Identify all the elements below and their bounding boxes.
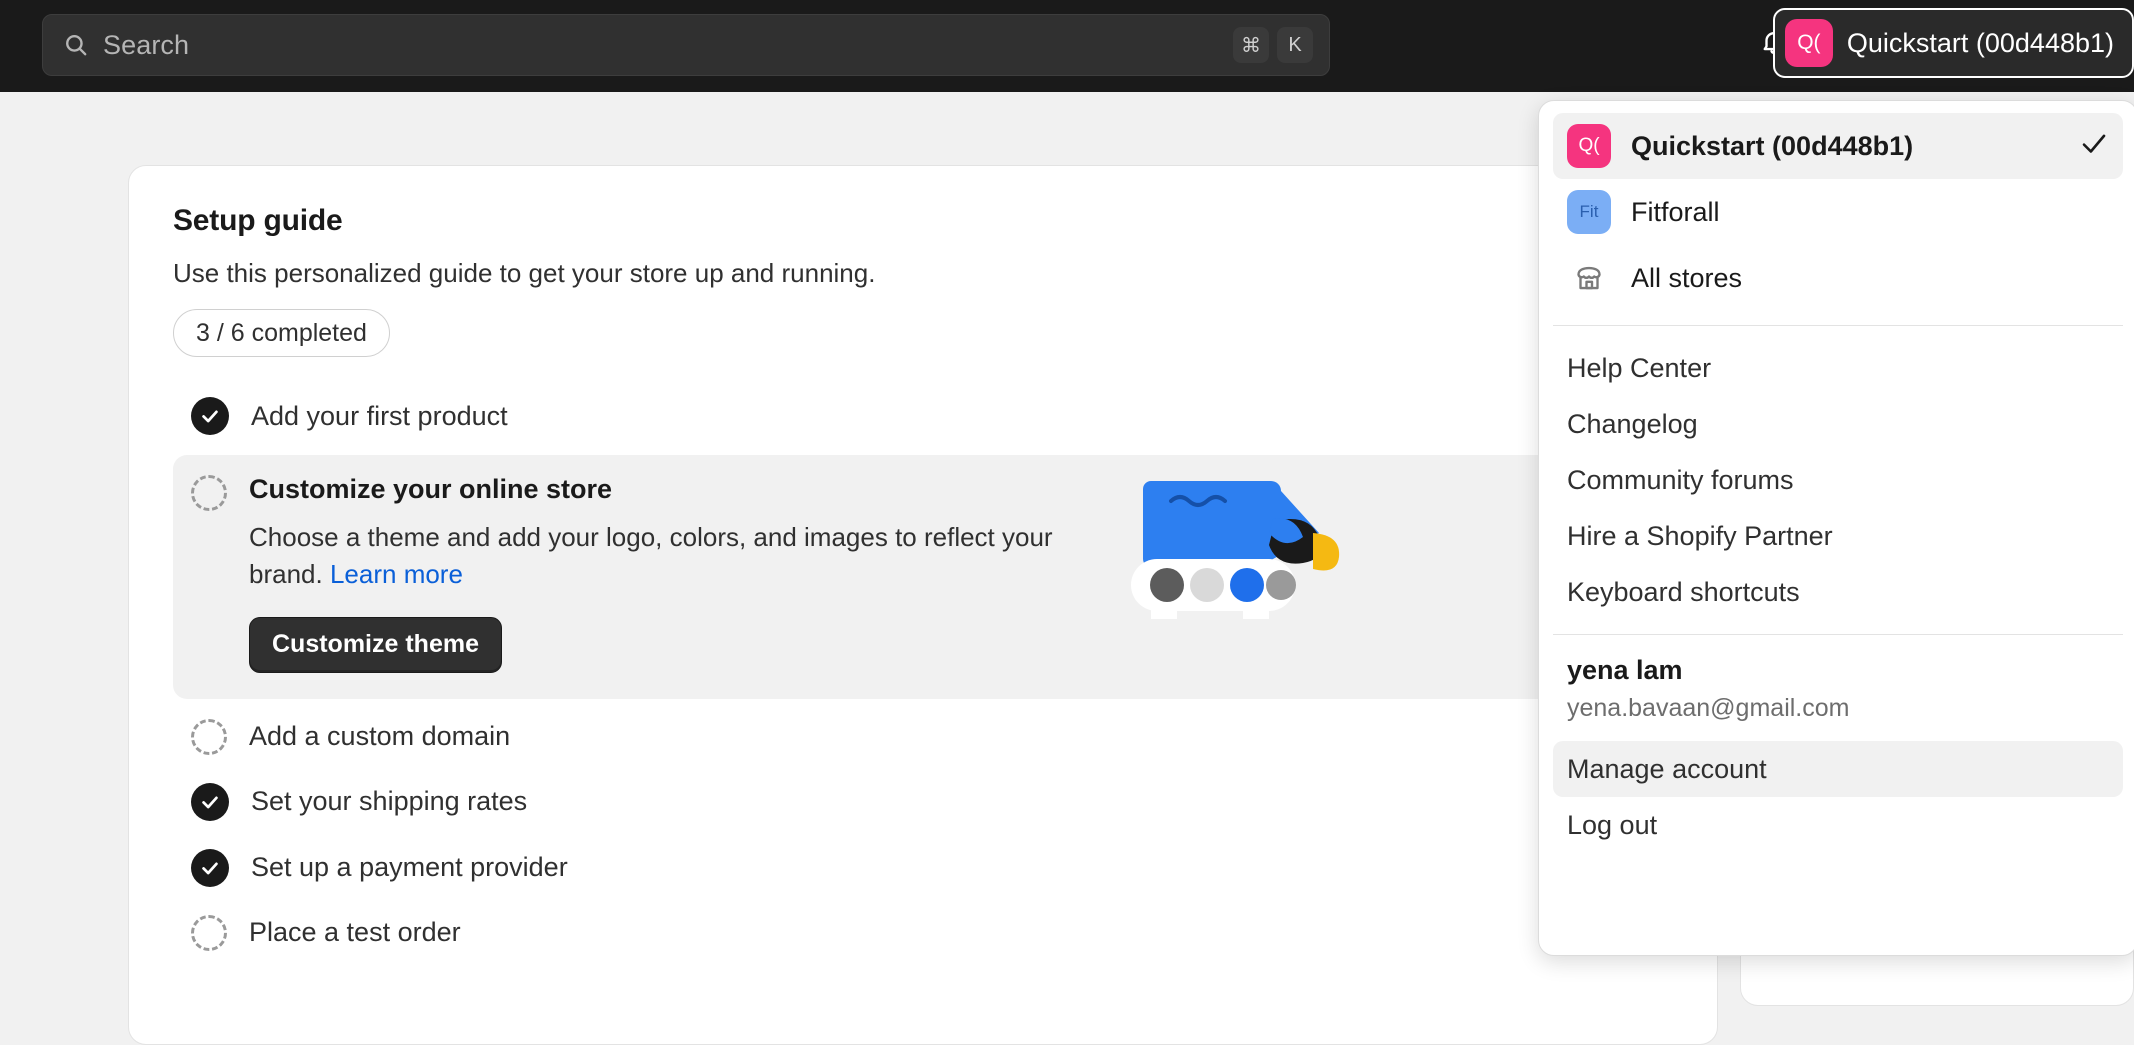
top-bar: Search ⌘ K Q( Quickstart (00d448b1)	[0, 0, 2134, 92]
task-row-set-shipping-rates[interactable]: Set your shipping rates	[173, 769, 1673, 835]
dropdown-store-quickstart[interactable]: Q( Quickstart (00d448b1)	[1553, 113, 2123, 179]
menu-item-changelog[interactable]: Changelog	[1553, 396, 2123, 452]
task-row-add-first-product[interactable]: Add your first product	[173, 383, 1673, 449]
menu-item-community-forums[interactable]: Community forums	[1553, 452, 2123, 508]
menu-item-hire-shopify-partner[interactable]: Hire a Shopify Partner	[1553, 508, 2123, 564]
learn-more-link[interactable]: Learn more	[330, 559, 463, 589]
avatar: Fit	[1567, 190, 1611, 234]
dashed-circle-icon	[191, 718, 227, 755]
setup-guide-subtitle: Use this personalized guide to get your …	[173, 258, 876, 288]
progress-badge: 3 / 6 completed	[173, 309, 390, 357]
divider	[1553, 634, 2123, 635]
search-shortcut: ⌘ K	[1233, 27, 1313, 63]
task-list: Add your first product Customize your on…	[173, 383, 1673, 965]
account-name: yena lam	[1567, 655, 1683, 685]
account-email: yena.bavaan@gmail.com	[1567, 694, 1850, 722]
setup-guide-card: Setup guide Use this personalized guide …	[128, 165, 1718, 1045]
store-customization-illustration	[1123, 463, 1373, 623]
store-switcher-button[interactable]: Q( Quickstart (00d448b1)	[1772, 8, 2134, 78]
store-name: Quickstart (00d448b1)	[1631, 130, 1914, 161]
task-title: Customize your online store	[249, 474, 613, 504]
check-circle-icon	[191, 782, 229, 821]
kbd-command: ⌘	[1233, 27, 1269, 63]
store-switcher-label: Quickstart (00d448b1)	[1846, 27, 2114, 58]
task-label: Add a custom domain	[249, 721, 511, 751]
store-icon	[1567, 256, 1611, 300]
task-label: Place a test order	[249, 917, 461, 947]
dropdown-store-fitforall[interactable]: Fit Fitforall	[1553, 179, 2123, 245]
search-placeholder: Search	[103, 29, 190, 60]
page-title: Setup guide	[173, 204, 343, 237]
menu-item-manage-account[interactable]: Manage account	[1553, 741, 2123, 797]
check-icon	[2079, 129, 2109, 164]
search-input[interactable]: Search ⌘ K	[42, 14, 1330, 76]
all-stores-label: All stores	[1631, 262, 1743, 293]
menu-item-help-center[interactable]: Help Center	[1553, 340, 2123, 396]
menu-item-keyboard-shortcuts[interactable]: Keyboard shortcuts	[1553, 564, 2123, 620]
avatar: Q(	[1784, 19, 1833, 67]
menu-item-log-out[interactable]: Log out	[1553, 797, 2123, 853]
dashed-circle-icon	[191, 475, 227, 511]
customize-theme-button[interactable]: Customize theme	[249, 616, 502, 673]
account-dropdown-menu: Q( Quickstart (00d448b1) Fit Fitforall A…	[1538, 100, 2134, 956]
task-label: Add your first product	[251, 400, 508, 431]
account-info: yena lam yena.bavaan@gmail.com	[1553, 649, 2123, 727]
store-name: Fitforall	[1631, 196, 1720, 227]
task-card-customize-online-store[interactable]: Customize your online store Choose a the…	[173, 455, 1673, 699]
task-label: Set up a payment provider	[251, 852, 568, 882]
kbd-k: K	[1277, 27, 1313, 63]
avatar: Q(	[1567, 124, 1611, 168]
divider	[1553, 325, 2123, 326]
check-circle-icon	[191, 848, 229, 887]
check-circle-icon	[191, 397, 229, 435]
dropdown-all-stores[interactable]: All stores	[1553, 245, 2123, 311]
task-label: Set your shipping rates	[251, 786, 528, 816]
task-row-set-payment-provider[interactable]: Set up a payment provider	[173, 835, 1673, 901]
task-row-place-test-order[interactable]: Place a test order	[173, 901, 1673, 965]
dashed-circle-icon	[191, 914, 227, 951]
task-row-add-custom-domain[interactable]: Add a custom domain	[173, 705, 1673, 769]
search-icon	[63, 32, 89, 58]
